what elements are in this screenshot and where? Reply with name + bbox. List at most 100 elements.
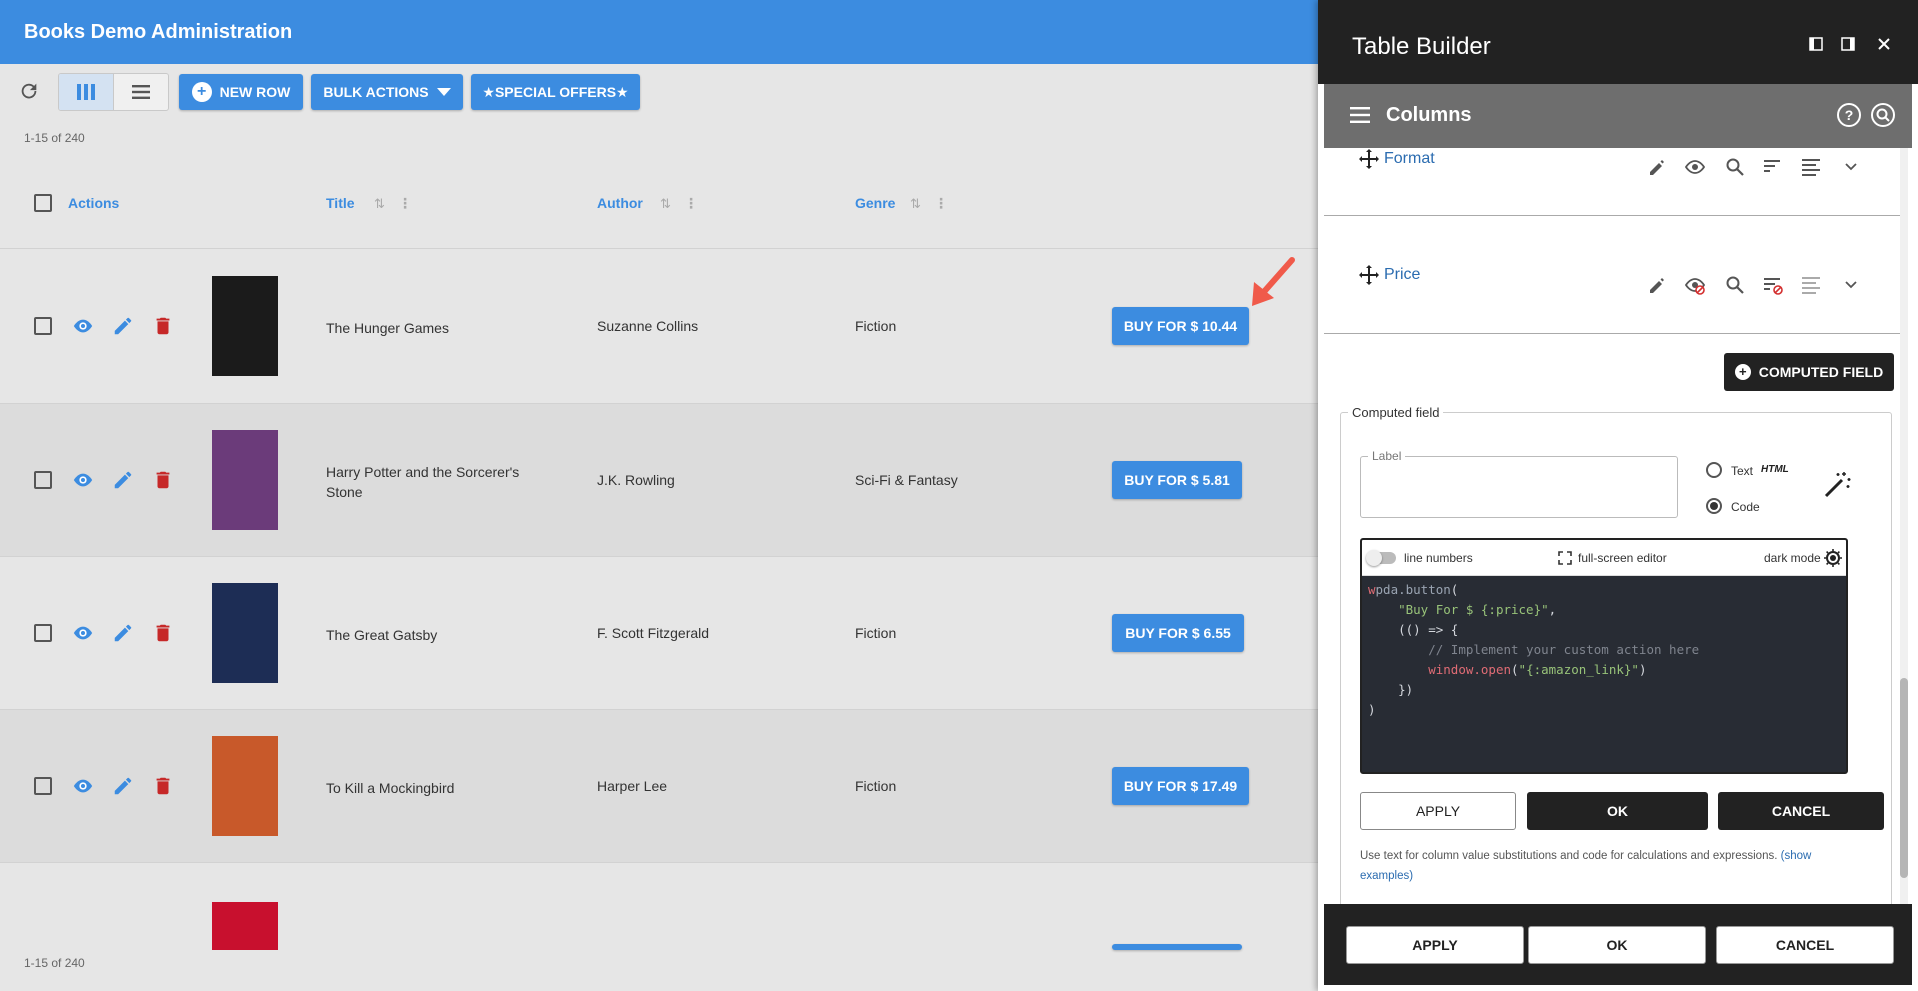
pagination-top: 1-15 of 240 xyxy=(24,131,85,145)
search-icon[interactable] xyxy=(1724,274,1746,296)
book-cover-image xyxy=(212,429,278,530)
columns-icon xyxy=(77,84,95,100)
radio-text-label: Text xyxy=(1731,464,1754,478)
computed-apply-button[interactable]: Apply xyxy=(1360,792,1516,830)
delete-icon[interactable] xyxy=(152,469,174,491)
sort-icon[interactable] xyxy=(1762,156,1784,178)
edit-icon[interactable] xyxy=(112,469,134,491)
computed-cancel-button[interactable]: Cancel xyxy=(1718,792,1884,830)
row-checkbox[interactable] xyxy=(34,776,52,795)
caret-down-icon xyxy=(436,88,451,96)
footer-cancel-button[interactable]: Cancel xyxy=(1716,926,1894,964)
hamburger-icon[interactable] xyxy=(1350,107,1370,123)
menu-author-icon[interactable]: ⋮ xyxy=(684,195,698,212)
search-circle-icon[interactable] xyxy=(1870,102,1896,128)
sort-title-icon[interactable]: ⇅ xyxy=(374,196,385,212)
bulk-actions-button[interactable]: Bulk Actions xyxy=(311,74,463,110)
brightness-icon[interactable] xyxy=(1824,549,1842,567)
buy-button[interactable]: Buy For $ 10.44 xyxy=(1112,306,1249,345)
select-all-checkbox[interactable] xyxy=(34,194,52,212)
chevron-down-icon[interactable] xyxy=(1840,156,1862,178)
footer-ok-button[interactable]: OK xyxy=(1528,926,1706,964)
list-icon xyxy=(132,85,150,99)
chevron-down-icon[interactable] xyxy=(1840,274,1862,296)
panel-footer: Apply OK Cancel xyxy=(1324,904,1912,985)
align-icon[interactable] xyxy=(1800,274,1822,296)
radio-text[interactable] xyxy=(1706,462,1722,478)
cell-genre: Fiction xyxy=(855,317,897,334)
edit-icon[interactable] xyxy=(112,315,134,337)
buy-button[interactable]: Buy For $ 17.49 xyxy=(1112,766,1249,805)
drag-handle-icon[interactable] xyxy=(1358,264,1380,286)
menu-genre-icon[interactable]: ⋮ xyxy=(934,195,948,212)
pagination-bottom: 1-15 of 240 xyxy=(24,956,85,970)
row-checkbox[interactable] xyxy=(34,316,52,335)
column-name-price[interactable]: Price xyxy=(1384,266,1420,284)
cell-author: Harper Lee xyxy=(597,777,668,794)
delete-icon[interactable] xyxy=(152,315,174,337)
delete-icon[interactable] xyxy=(152,775,174,797)
close-icon[interactable] xyxy=(1876,36,1892,52)
view-icon[interactable] xyxy=(72,469,94,491)
cell-title: The Hunger Games xyxy=(326,319,449,336)
new-row-button[interactable]: + New Row xyxy=(179,74,303,110)
buy-button[interactable]: Buy For $ 6.55 xyxy=(1112,613,1244,652)
delete-icon[interactable] xyxy=(152,622,174,644)
magic-wand-icon[interactable] xyxy=(1822,470,1852,500)
visibility-icon[interactable] xyxy=(1684,274,1706,296)
toolbar: + New Row Bulk Actions ★Special Offers★ xyxy=(0,64,1318,124)
sort-icon[interactable] xyxy=(1762,274,1784,296)
dark-mode-label[interactable]: dark mode xyxy=(1764,551,1821,565)
refresh-icon[interactable] xyxy=(18,80,40,102)
view-icon[interactable] xyxy=(72,315,94,337)
menu-title-icon[interactable]: ⋮ xyxy=(398,195,412,212)
edit-icon[interactable] xyxy=(112,622,134,644)
dock-left-icon[interactable] xyxy=(1808,36,1824,52)
code-editor[interactable]: line numbers full-screen editor dark mod… xyxy=(1360,538,1848,774)
row-checkbox[interactable] xyxy=(34,470,52,489)
header-title[interactable]: Title xyxy=(326,195,355,211)
drag-handle-icon[interactable] xyxy=(1358,148,1380,170)
buy-button[interactable]: Buy For $ 5.81 xyxy=(1112,460,1242,499)
help-text: Use text for column value substitutions … xyxy=(1360,850,1778,862)
computed-ok-button[interactable]: OK xyxy=(1527,792,1708,830)
view-icon[interactable] xyxy=(72,775,94,797)
search-icon[interactable] xyxy=(1724,156,1746,178)
footer-apply-button[interactable]: Apply xyxy=(1346,926,1524,964)
cell-author: F. Scott Fitzgerald xyxy=(597,624,710,641)
edit-icon[interactable] xyxy=(1646,156,1668,178)
fullscreen-icon[interactable] xyxy=(1558,551,1572,565)
grid-view-button[interactable] xyxy=(59,74,113,110)
svg-text:?: ? xyxy=(1845,107,1854,123)
row-checkbox[interactable] xyxy=(34,623,52,642)
view-icon[interactable] xyxy=(72,622,94,644)
special-offers-button[interactable]: ★Special Offers★ xyxy=(471,74,640,110)
full-screen-label[interactable]: full-screen editor xyxy=(1578,551,1667,565)
book-cover-image xyxy=(212,902,278,950)
computed-field-button[interactable]: + Computed Field xyxy=(1724,353,1894,391)
help-icon[interactable]: ? xyxy=(1836,102,1862,128)
label-input[interactable] xyxy=(1360,456,1678,518)
column-name-format[interactable]: Format xyxy=(1384,150,1435,168)
app-title: Books Demo Administration xyxy=(24,21,293,43)
radio-code[interactable] xyxy=(1706,498,1722,514)
panel-title: Table Builder xyxy=(1352,33,1491,60)
computed-field-legend: Computed field xyxy=(1348,405,1444,420)
edit-icon[interactable] xyxy=(112,775,134,797)
sort-author-icon[interactable]: ⇅ xyxy=(660,196,671,212)
scrollbar-thumb[interactable] xyxy=(1900,678,1908,878)
dock-right-icon[interactable] xyxy=(1840,36,1856,52)
line-numbers-toggle[interactable] xyxy=(1366,550,1396,566)
panel-scrollbar[interactable] xyxy=(1900,148,1908,904)
label-input-legend: Label xyxy=(1368,449,1406,463)
header-genre[interactable]: Genre xyxy=(855,195,895,211)
sort-genre-icon[interactable]: ⇅ xyxy=(910,196,921,212)
visibility-icon[interactable] xyxy=(1684,156,1706,178)
header-author[interactable]: Author xyxy=(597,195,643,211)
cell-genre: Fiction xyxy=(855,777,897,794)
list-view-button[interactable] xyxy=(113,74,168,110)
buy-button[interactable] xyxy=(1112,944,1242,950)
align-icon[interactable] xyxy=(1800,156,1822,178)
edit-icon[interactable] xyxy=(1646,274,1668,296)
plus-icon: + xyxy=(191,82,212,102)
